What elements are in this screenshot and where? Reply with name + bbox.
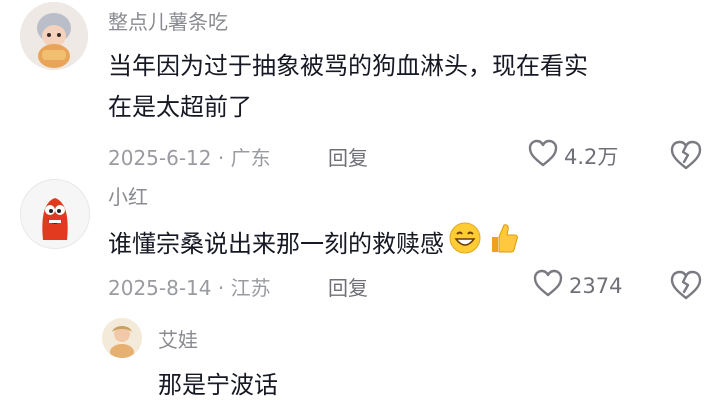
thumbs-up-emoji — [486, 221, 520, 266]
broken-heart-icon — [670, 270, 702, 304]
comment-text: 在是太超前了 — [108, 93, 252, 121]
broken-heart-icon — [670, 140, 702, 174]
comment-item: 小红 谁懂宗桑说出来那一刻的救赎感 2025-8-14 · 江苏 回复 2374 — [0, 175, 720, 305]
avatar[interactable] — [20, 2, 88, 70]
heart-outline-icon — [533, 269, 563, 302]
reply-username[interactable]: 艾娃 — [158, 324, 198, 353]
reply-text: 那是宁波话 — [158, 371, 278, 399]
sub-reply-item: 艾娃 那是宁波话 — [0, 310, 720, 405]
like-count: 2374 — [569, 273, 623, 298]
reply-button[interactable]: 回复 — [328, 272, 368, 301]
comment-item: 整点儿薯条吃 当年因为过于抽象被骂的狗血淋头，现在看实 在是太超前了 2025-… — [0, 0, 720, 180]
heart-outline-icon — [528, 139, 558, 172]
avatar[interactable] — [102, 318, 142, 358]
like-count: 4.2万 — [564, 144, 619, 169]
comment-text-content: 谁懂宗桑说出来那一刻的救赎感 — [108, 229, 444, 258]
like-button[interactable]: 4.2万 — [528, 139, 618, 172]
comment-date-location: 2025-6-12 · 广东 — [108, 146, 271, 170]
dislike-button[interactable] — [670, 140, 702, 174]
reply-button[interactable]: 回复 — [328, 142, 368, 171]
dislike-button[interactable] — [670, 270, 702, 304]
comment-username[interactable]: 整点儿薯条吃 — [108, 6, 228, 35]
grinning-face-emoji — [448, 221, 482, 266]
comment-text: 谁懂宗桑说出来那一刻的救赎感 — [108, 221, 520, 266]
like-button[interactable]: 2374 — [533, 269, 622, 302]
comment-username[interactable]: 小红 — [108, 181, 148, 210]
comment-text: 当年因为过于抽象被骂的狗血淋头，现在看实 — [108, 52, 588, 80]
comment-date-location: 2025-8-14 · 江苏 — [108, 276, 271, 300]
avatar[interactable] — [20, 179, 90, 249]
